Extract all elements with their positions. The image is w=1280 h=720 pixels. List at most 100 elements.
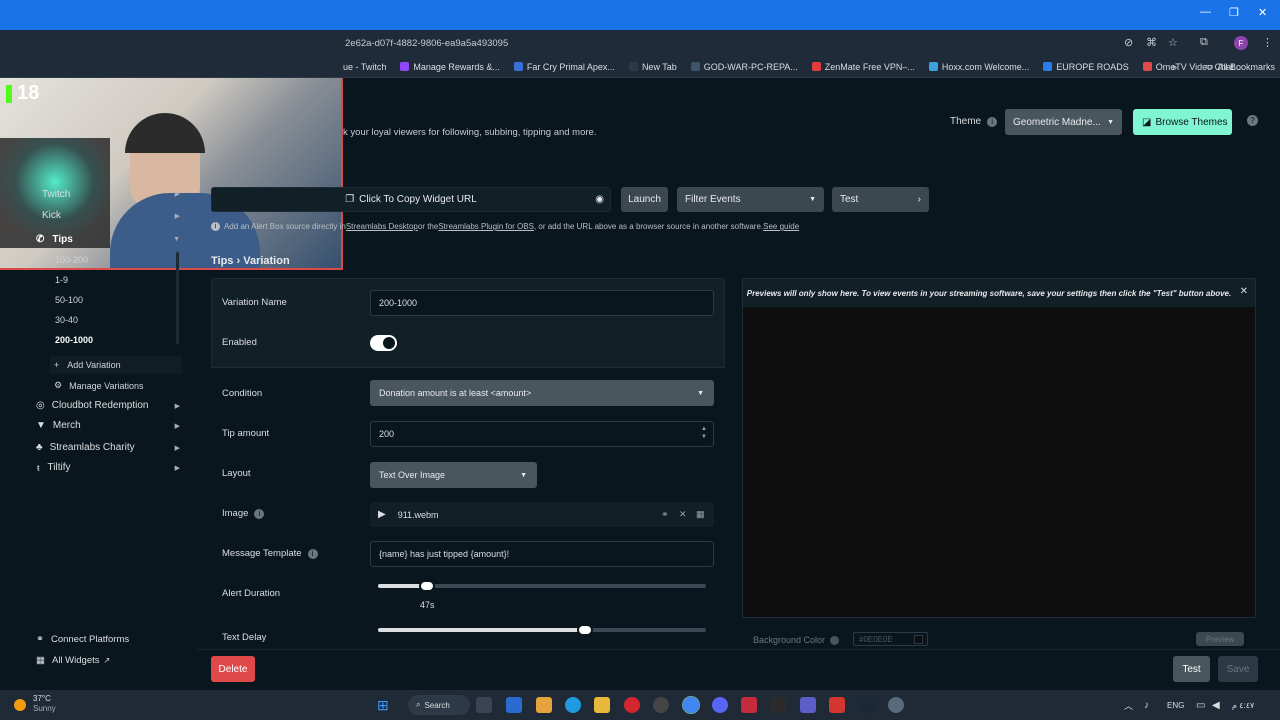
bookmark-item[interactable]: ZenMate Free VPN–... <box>811 62 915 72</box>
image-file-field[interactable]: ▶ 911.webm ⚭ ✕ ▦ <box>370 502 714 527</box>
all-widgets-link[interactable]: ▦ All Widgets ↗ <box>36 655 110 666</box>
caret-right-icon: ▶ <box>174 444 180 452</box>
minimize-icon[interactable]: — <box>1200 6 1211 18</box>
color-swatch[interactable] <box>914 634 923 644</box>
preview-button[interactable]: Preview <box>1196 632 1244 646</box>
restore-icon[interactable]: ❐ <box>1229 6 1239 19</box>
streamlabs-desktop-link[interactable]: Streamlabs Desktop <box>346 222 418 231</box>
manage-variations-button[interactable]: ⚙ Manage Variations <box>54 380 143 391</box>
gallery-grid-icon[interactable]: ▦ <box>696 509 705 520</box>
message-template-input[interactable]: {name} has just tipped {amount}! <box>370 541 714 567</box>
mute-icon[interactable]: ⊘ <box>1124 36 1133 49</box>
link-icon[interactable]: ⚭ <box>661 509 669 520</box>
sidebar-item-merch[interactable]: ▼ Merch ▶ <box>30 420 180 431</box>
bookmark-item[interactable]: ue - Twitch <box>343 62 386 72</box>
test-dropdown-button[interactable]: Test › <box>832 187 929 212</box>
language-indicator[interactable]: ENG <box>1167 701 1184 710</box>
bookmark-item[interactable]: GOD-WAR-PC-REPA... <box>690 62 798 72</box>
alert-duration-slider[interactable] <box>378 580 706 592</box>
breadcrumb: Tips › Variation <box>211 255 290 267</box>
sidebar-item-twitch[interactable]: Twitch ▶ <box>30 188 180 200</box>
network-icon[interactable]: ▭ <box>1196 700 1205 711</box>
sidebar-item-tiltify[interactable]: ŧ Tiltify ▶ <box>30 462 180 473</box>
url-text[interactable]: 2e62a-d07f-4882-9806-ea9a5a493095 <box>345 38 508 49</box>
sidebar-variation-item[interactable]: 1-9 <box>55 275 68 285</box>
obs-plugin-link[interactable]: Streamlabs Plugin for OBS <box>438 222 534 231</box>
close-window-icon[interactable]: ✕ <box>1258 6 1267 19</box>
more-bookmarks-icon[interactable]: » <box>1172 62 1177 72</box>
app-icon[interactable] <box>829 697 845 713</box>
footer-bar <box>196 649 1280 690</box>
address-bar[interactable]: 2e62a-d07f-4882-9806-ea9a5a493095 ⊘ ⌘ ☆ … <box>0 30 1280 56</box>
sidebar-scrollbar[interactable] <box>176 252 179 344</box>
taskbar-search[interactable]: ⌕ Search <box>408 695 470 715</box>
see-guide-link[interactable]: See guide <box>763 222 799 231</box>
steam-icon[interactable] <box>858 697 874 713</box>
all-bookmarks[interactable]: ▭ All Bookmarks <box>1205 61 1275 72</box>
breadcrumb-tips[interactable]: Tips <box>211 255 233 267</box>
clock[interactable]: ٤:٤٧ م <box>1232 701 1254 710</box>
delete-button[interactable]: Delete <box>211 656 255 682</box>
sidebar-item-cloudbot[interactable]: ◎ Cloudbot Redemption ▶ <box>30 400 180 411</box>
sidebar-variation-item-active[interactable]: 200-1000 <box>55 335 93 345</box>
teams-icon[interactable] <box>800 697 816 713</box>
file-explorer-icon[interactable] <box>594 697 610 713</box>
slider-knob[interactable] <box>577 624 593 636</box>
sidebar-item-tips[interactable]: ✆ Tips ▼ <box>30 234 180 245</box>
slider-knob[interactable] <box>419 580 435 592</box>
filter-events-select[interactable]: Filter Events ▼ <box>677 187 824 212</box>
sidebar-variation-item[interactable]: 100-200 <box>55 255 88 265</box>
eye-icon[interactable]: ◉ <box>595 194 604 205</box>
close-icon[interactable]: ✕ <box>1240 286 1248 297</box>
sidebar-variation-item[interactable]: 50-100 <box>55 295 83 305</box>
theme-select[interactable]: Geometric Madne... ▼ <box>1005 109 1122 135</box>
bookmark-item[interactable]: Manage Rewards &... <box>400 62 500 72</box>
app-icon[interactable] <box>536 697 552 713</box>
save-button[interactable]: Save <box>1218 656 1258 682</box>
number-stepper-icon[interactable]: ▲ ▼ <box>701 425 707 441</box>
app-icon[interactable] <box>741 697 757 713</box>
profile-avatar[interactable]: F <box>1234 36 1248 50</box>
app-icon[interactable] <box>653 697 669 713</box>
bookmark-item[interactable]: EUROPE ROADS <box>1043 62 1129 72</box>
connect-platforms-link[interactable]: ⚭ Connect Platforms <box>36 634 129 645</box>
bookmark-item[interactable]: New Tab <box>628 62 677 72</box>
browse-themes-button[interactable]: ◪ Browse Themes <box>1133 109 1232 135</box>
windows-start-icon[interactable]: ⊞ <box>377 697 389 714</box>
text-delay-slider[interactable] <box>378 624 706 636</box>
edge-icon[interactable] <box>565 697 581 713</box>
bookmark-star-icon[interactable]: ☆ <box>1168 36 1178 49</box>
launch-button[interactable]: Launch <box>621 187 668 212</box>
discord-icon[interactable] <box>712 697 728 713</box>
chrome-icon[interactable] <box>682 696 700 714</box>
translate-icon[interactable]: ⌘ <box>1146 36 1157 49</box>
app-icon[interactable] <box>506 697 522 713</box>
background-color-input[interactable]: #0E0E0E <box>853 632 928 646</box>
settings-icon[interactable] <box>888 697 904 713</box>
condition-select[interactable]: Donation amount is at least <amount> ▼ <box>370 380 714 406</box>
weather-widget[interactable]: 37°C Sunny <box>33 694 56 714</box>
sidebar-item-kick[interactable]: Kick ▶ <box>30 210 180 221</box>
opera-icon[interactable] <box>624 697 640 713</box>
epic-games-icon[interactable] <box>770 697 786 713</box>
enabled-toggle[interactable] <box>370 335 397 351</box>
volume-icon[interactable]: ◀ <box>1212 700 1220 711</box>
extensions-icon[interactable]: ⧉ <box>1200 36 1208 49</box>
tray-chevron-icon[interactable]: ︿ <box>1124 699 1133 712</box>
remove-icon[interactable]: ✕ <box>679 509 687 520</box>
help-icon[interactable]: ? <box>1247 115 1258 126</box>
menu-dots-icon[interactable]: ⋮ <box>1262 36 1273 49</box>
mic-icon[interactable]: ♪ <box>1144 700 1149 711</box>
weather-sun-icon[interactable] <box>14 699 26 711</box>
task-view-icon[interactable] <box>476 697 492 713</box>
layout-select[interactable]: Text Over Image ▼ <box>370 462 537 488</box>
test-button[interactable]: Test <box>1173 656 1210 682</box>
copy-widget-url-button[interactable]: ❐ Click To Copy Widget URL ◉ <box>211 187 611 212</box>
bookmark-item[interactable]: Hoxx.com Welcome... <box>928 62 1029 72</box>
sidebar-variation-item[interactable]: 30-40 <box>55 315 78 325</box>
add-variation-button[interactable]: + Add Variation <box>50 356 182 374</box>
bookmark-item[interactable]: Far Cry Primal Apex... <box>513 62 615 72</box>
sidebar-item-charity[interactable]: ♣ Streamlabs Charity ▶ <box>30 442 180 453</box>
tip-amount-input[interactable]: 200 ▲ ▼ <box>370 421 714 447</box>
variation-name-input[interactable]: 200-1000 <box>370 290 714 316</box>
